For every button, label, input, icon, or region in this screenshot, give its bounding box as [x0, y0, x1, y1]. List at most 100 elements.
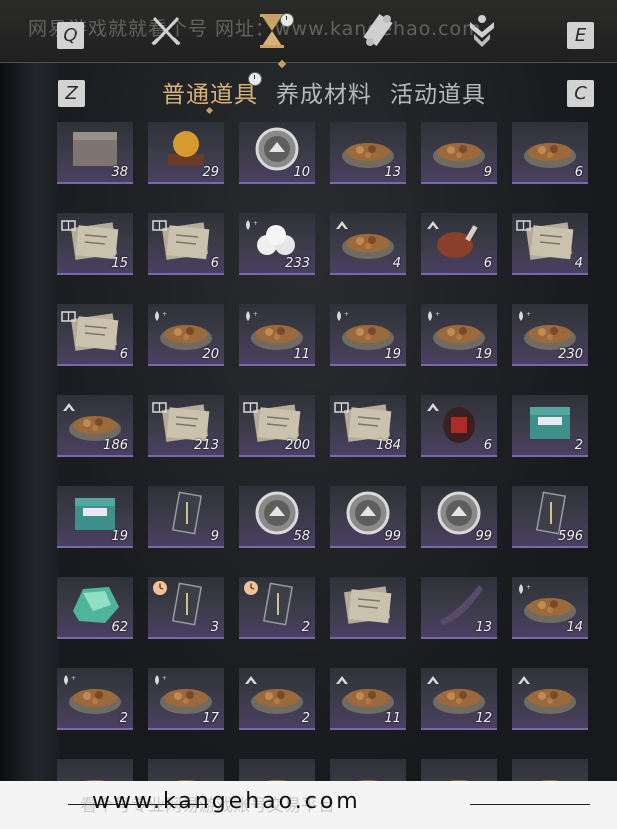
up-icon — [425, 398, 441, 411]
inventory-slot[interactable]: 9 — [148, 486, 224, 548]
inventory-slot[interactable]: 6 — [421, 395, 497, 457]
inventory-slot[interactable]: 2 — [512, 395, 588, 457]
inventory-slot[interactable] — [421, 759, 497, 782]
svg-text:+: + — [526, 584, 531, 591]
item-quantity: 62 — [111, 620, 128, 635]
inventory-slot[interactable]: 186 — [57, 395, 133, 457]
inventory-slot[interactable]: 29 — [148, 122, 224, 184]
dish-icon — [338, 763, 398, 782]
book-icon — [61, 307, 77, 322]
inventory-slot[interactable]: +19 — [421, 304, 497, 366]
inventory-slot[interactable]: 99 — [421, 486, 497, 548]
inventory-slot[interactable] — [512, 668, 588, 730]
item-quantity: 15 — [111, 256, 128, 271]
item-quantity: 99 — [384, 529, 401, 544]
inventory-slot[interactable] — [148, 759, 224, 782]
next-category-key[interactable]: C — [567, 80, 594, 107]
inventory-slot[interactable]: 11 — [330, 668, 406, 730]
inventory-slot[interactable]: 10 — [239, 122, 315, 184]
item-quantity: 12 — [475, 711, 492, 726]
item-quantity: 58 — [293, 529, 310, 544]
inventory-slot[interactable]: 62 — [57, 577, 133, 639]
inventory-slot[interactable]: 6 — [57, 304, 133, 366]
up-icon — [516, 671, 532, 684]
inventory-slot[interactable]: 4 — [512, 213, 588, 275]
inventory-slot[interactable]: 13 — [330, 122, 406, 184]
drop-icon: + — [61, 671, 77, 685]
inventory-slot[interactable] — [57, 759, 133, 782]
blank-letter-icon — [338, 581, 398, 627]
inventory-slot[interactable]: +20 — [148, 304, 224, 366]
item-quantity: 19 — [111, 529, 128, 544]
inventory-slot[interactable]: +14 — [512, 577, 588, 639]
inventory-slot[interactable]: 200 — [239, 395, 315, 457]
inventory-slot[interactable]: +11 — [239, 304, 315, 366]
dish-icon — [247, 763, 307, 782]
inventory-slot[interactable]: 4 — [330, 213, 406, 275]
left-edge-shade — [0, 0, 60, 829]
item-quantity: 186 — [103, 438, 128, 453]
inventory-slot[interactable] — [239, 759, 315, 782]
inventory-slot[interactable]: 2 — [239, 668, 315, 730]
drop-icon: + — [243, 216, 259, 230]
dish-icon — [65, 763, 125, 782]
inventory-slot[interactable] — [330, 759, 406, 782]
inventory-slot[interactable]: 2 — [239, 577, 315, 639]
drop-icon: + — [516, 580, 532, 594]
tab-event-items[interactable]: 活动道具 — [390, 75, 486, 109]
inventory-slot[interactable]: 19 — [57, 486, 133, 548]
inventory-slot[interactable]: 6 — [148, 213, 224, 275]
item-quantity: 13 — [475, 620, 492, 635]
inventory-slot[interactable]: +230 — [512, 304, 588, 366]
book-icon — [152, 398, 168, 413]
inventory-slot[interactable] — [512, 759, 588, 782]
item-quantity: 2 — [574, 438, 583, 453]
inventory-slot[interactable]: 38 — [57, 122, 133, 184]
book-icon — [334, 398, 350, 413]
item-quantity: 200 — [285, 438, 310, 453]
item-quantity: 11 — [384, 711, 401, 726]
inventory-slot[interactable]: 58 — [239, 486, 315, 548]
tab-growth-materials[interactable]: 养成材料 — [276, 75, 372, 109]
next-tab-key[interactable]: E — [567, 22, 594, 49]
drop-icon: + — [152, 671, 168, 685]
prev-tab-key[interactable]: Q — [57, 22, 84, 49]
crossed-swords-icon[interactable] — [148, 12, 184, 50]
inventory-slot[interactable]: 99 — [330, 486, 406, 548]
up-icon — [425, 216, 441, 229]
inventory-slot[interactable]: 596 — [512, 486, 588, 548]
item-quantity: 20 — [202, 347, 219, 362]
prev-category-key[interactable]: Z — [58, 80, 85, 107]
chevron-stack-icon[interactable] — [464, 12, 500, 50]
inventory-slot[interactable] — [330, 577, 406, 639]
item-quantity: 6 — [483, 256, 492, 271]
drop-icon: + — [243, 307, 259, 321]
inventory-slot[interactable]: +19 — [330, 304, 406, 366]
clock-icon — [152, 580, 168, 595]
divider — [470, 804, 590, 805]
inventory-slot[interactable]: +17 — [148, 668, 224, 730]
item-quantity: 13 — [384, 165, 401, 180]
inventory-slot[interactable]: 3 — [148, 577, 224, 639]
scroll-icon[interactable] — [360, 12, 396, 50]
inventory-slot[interactable]: 6 — [512, 122, 588, 184]
inventory-slot[interactable]: 13 — [421, 577, 497, 639]
inventory-slot[interactable]: 184 — [330, 395, 406, 457]
item-quantity: 6 — [483, 438, 492, 453]
tab-common-items[interactable]: 普通道具 — [162, 75, 258, 109]
dish-icon — [520, 763, 580, 782]
inventory-slot[interactable]: 15 — [57, 213, 133, 275]
item-quantity: 29 — [202, 165, 219, 180]
calligraphy-card-icon — [156, 490, 216, 536]
up-icon — [425, 671, 441, 684]
inventory-slot[interactable]: 12 — [421, 668, 497, 730]
svg-text:+: + — [253, 220, 258, 227]
inventory-slot[interactable]: 9 — [421, 122, 497, 184]
inventory-slot[interactable]: 213 — [148, 395, 224, 457]
inventory-slot[interactable]: 6 — [421, 213, 497, 275]
inventory-slot[interactable]: +2 — [57, 668, 133, 730]
item-quantity: 3 — [210, 620, 219, 635]
inventory-slot[interactable]: +233 — [239, 213, 315, 275]
item-quantity: 2 — [119, 711, 128, 726]
svg-text:+: + — [71, 675, 76, 682]
